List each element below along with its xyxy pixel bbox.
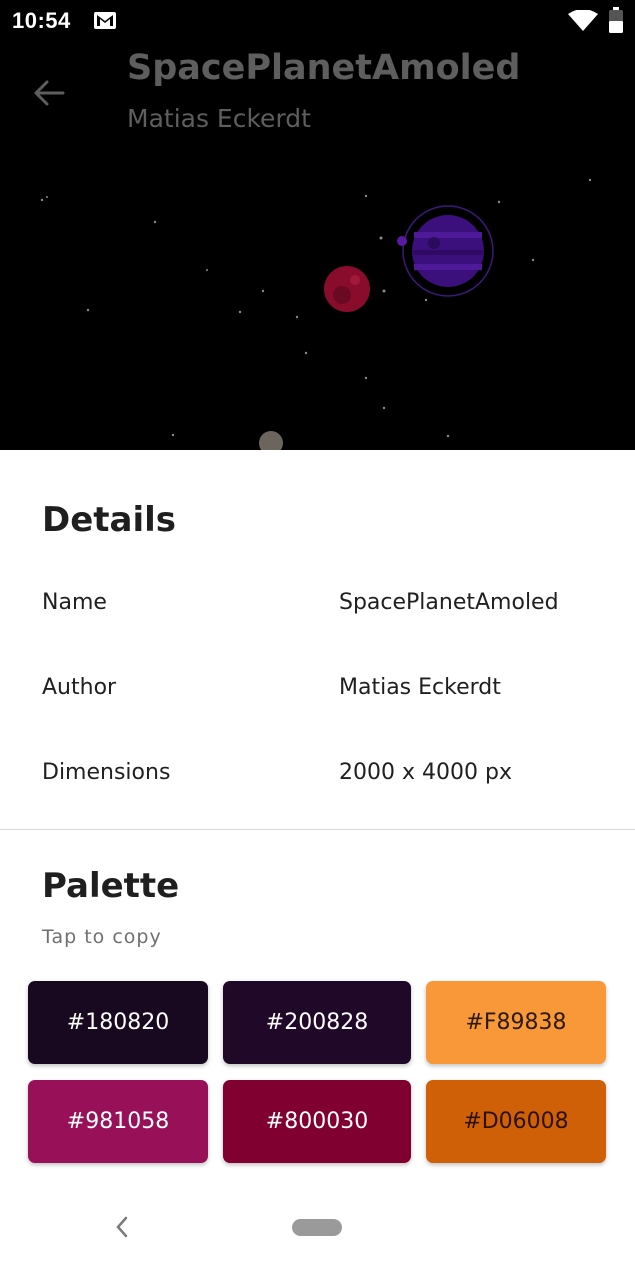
stars [40,178,592,438]
home-pill-icon[interactable] [292,1219,342,1236]
wallpaper-title: SpacePlanetAmoled [127,48,521,88]
details-heading: Details [42,500,177,540]
status-time: 10:54 [12,8,71,33]
palette-hint: Tap to copy [42,926,162,948]
status-bar: 10:54 [0,0,635,44]
arrow-left-icon [34,80,65,106]
purple-planet [397,205,494,297]
detail-label-author: Author [42,675,117,700]
red-planet [324,266,370,312]
moon [259,431,283,450]
wifi-icon [568,9,598,36]
battery-icon [608,7,624,37]
palette-swatch[interactable]: #D06008 [426,1080,606,1163]
palette-swatch[interactable]: #981058 [28,1080,208,1163]
detail-label-name: Name [42,590,107,615]
detail-label-dimensions: Dimensions [42,760,171,785]
palette-heading: Palette [42,866,180,906]
detail-value-author: Matias Eckerdt [339,675,501,700]
nav-back-button[interactable] [112,1214,132,1244]
wallpaper-author: Matias Eckerdt [127,104,311,133]
chevron-left-icon [116,1216,128,1238]
gmail-icon [94,12,116,33]
palette-swatch[interactable]: #F89838 [426,981,606,1064]
detail-value-name: SpacePlanetAmoled [339,590,559,615]
palette-swatch[interactable]: #180820 [28,981,208,1064]
wallpaper-preview: 10:54 SpacePlanetAmoled Matias Eckerdt [0,0,635,450]
palette-swatch[interactable]: #800030 [223,1080,411,1163]
palette-swatch[interactable]: #200828 [223,981,411,1064]
section-divider [0,829,635,830]
detail-value-dimensions: 2000 x 4000 px [339,760,512,785]
back-button[interactable] [28,72,70,114]
